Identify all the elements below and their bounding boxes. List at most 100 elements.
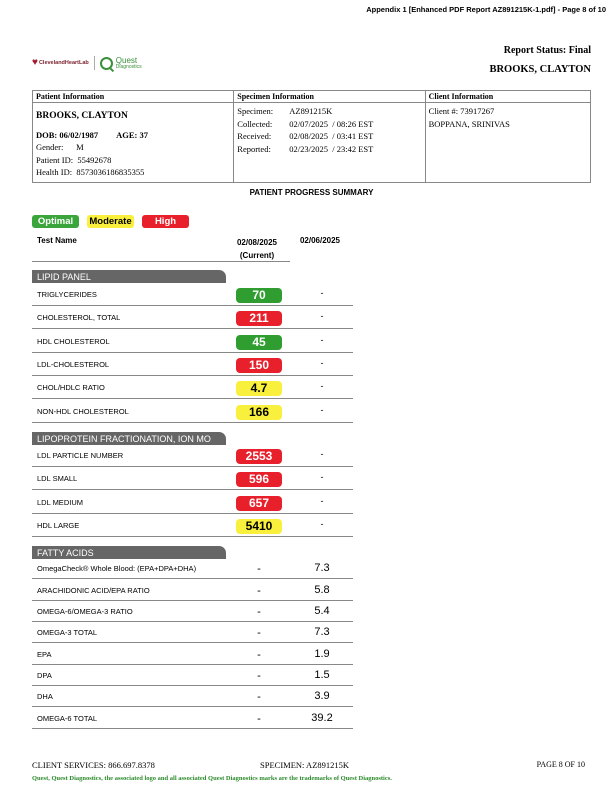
document-title: Appendix 1 [Enhanced PDF Report AZ891215… xyxy=(366,5,606,14)
specimen-row-value: AZ891215K xyxy=(289,106,333,116)
legend-high: High xyxy=(142,215,189,228)
current-value: - xyxy=(257,669,261,682)
previous-value: - xyxy=(320,287,324,298)
result-row: CHOL/HDLC RATIO 4.7 - xyxy=(32,376,353,400)
previous-value: - xyxy=(320,310,324,321)
section-header: LIPID PANEL xyxy=(32,270,226,283)
previous-value: - xyxy=(320,448,324,459)
quest-logo: Quest Diagnostics xyxy=(115,55,142,70)
test-name: DHA xyxy=(37,691,53,701)
result-row: CHOLESTEROL, TOTAL 211 - xyxy=(32,306,353,330)
test-name: HDL CHOLESTEROL xyxy=(37,336,110,346)
test-name: ARACHIDONIC ACID/EPA RATIO xyxy=(37,585,150,595)
legend-moderate: Moderate xyxy=(87,215,134,228)
previous-value: - xyxy=(320,357,324,368)
specimen-row-value: 02/07/2025 / 08:26 EST xyxy=(289,118,374,129)
client-physician: BOPPANA, SRINIVAS xyxy=(428,118,510,129)
test-name: OMEGA-3 TOTAL xyxy=(37,627,98,637)
result-row: DPA - 1.5 xyxy=(32,665,353,687)
previous-value: - xyxy=(320,334,324,345)
previous-value: 3.9 xyxy=(314,689,330,702)
test-name: DPA xyxy=(37,670,52,680)
footer-client-services: CLIENT SERVICES: 866.697.8378 xyxy=(32,760,155,770)
quest-logo-icon xyxy=(99,56,113,70)
test-name: TRIGLYCERIDES xyxy=(37,289,97,299)
current-value: - xyxy=(257,562,261,575)
previous-value: 5.4 xyxy=(314,604,330,617)
patient-age: AGE: 37 xyxy=(116,130,148,140)
previous-value: 7.3 xyxy=(314,561,330,574)
previous-value: 5.8 xyxy=(314,583,330,596)
previous-value: - xyxy=(320,518,324,529)
client-number: Client #: 73917267 xyxy=(428,106,495,116)
dob-age-row: DOB: 06/02/1987 AGE: 37 xyxy=(33,121,233,140)
column-current-date: 02/08/2025 xyxy=(236,238,278,247)
test-name: OmegaCheck® Whole Blood: (EPA+DPA+DHA) xyxy=(37,563,197,573)
info-table: Patient Information BROOKS, CLAYTON DOB:… xyxy=(32,90,591,183)
current-value: - xyxy=(257,584,261,597)
client-info: Client Information Client #: 73917267 BO… xyxy=(425,91,590,182)
result-badge-moderate: 5410 xyxy=(236,519,282,535)
result-row: HDL LARGE 5410 - xyxy=(32,514,353,538)
column-current: 02/08/2025 (Current) xyxy=(233,236,281,262)
test-name: OMEGA-6/OMEGA-3 RATIO xyxy=(37,606,133,616)
lab-logos: ♥ ClevelandHeartLab Quest Diagnostics xyxy=(32,55,142,71)
cleveland-logo: ClevelandHeartLab xyxy=(38,60,89,66)
specimen-row-value: 02/23/2025 / 23:42 EST xyxy=(289,143,374,154)
summary-title: PATIENT PROGRESS SUMMARY xyxy=(249,188,374,197)
current-value: 70 xyxy=(235,286,283,304)
column-test-name: Test Name xyxy=(37,236,77,245)
specimen-row-label: Specimen: xyxy=(237,106,274,116)
footer-page-number: PAGE 8 OF 10 xyxy=(536,760,585,769)
status-legend: Optimal Moderate High xyxy=(32,215,189,228)
previous-value: - xyxy=(320,404,324,415)
result-badge-high: 211 xyxy=(236,311,282,327)
footer-trademark: Quest, Quest Diagnostics, the associated… xyxy=(32,775,392,782)
current-value: 5410 xyxy=(235,517,283,535)
patient-dob: DOB: 06/02/1987 xyxy=(36,130,99,140)
result-row: OMEGA-6/OMEGA-3 RATIO - 5.4 xyxy=(32,601,353,623)
test-name: LDL-CHOLESTEROL xyxy=(37,359,110,369)
specimen-info: Specimen Information Specimen: AZ891215K C… xyxy=(234,91,426,182)
current-value: 211 xyxy=(235,309,283,327)
header-divider xyxy=(32,261,290,262)
result-row: HDL CHOLESTEROL 45 - xyxy=(32,330,353,354)
previous-value: - xyxy=(320,380,324,391)
test-name: CHOLESTEROL, TOTAL xyxy=(37,312,121,322)
result-badge-high: 150 xyxy=(236,358,282,374)
result-row: LDL MEDIUM 657 - xyxy=(32,491,353,515)
result-badge-optimal: 70 xyxy=(236,288,282,304)
current-value: - xyxy=(257,605,261,618)
specimen-row-label: Reported: xyxy=(237,143,271,154)
specimen-row-value: 02/08/2025 / 03:41 EST xyxy=(289,131,374,141)
test-name: LDL MEDIUM xyxy=(37,497,83,507)
test-name: HDL LARGE xyxy=(37,520,80,530)
test-name: LDL SMALL xyxy=(37,473,78,483)
current-value: 166 xyxy=(235,403,283,421)
previous-value: - xyxy=(320,471,324,482)
test-name: LDL PARTICLE NUMBER xyxy=(37,450,124,460)
result-row: OMEGA-6 TOTAL - 39.2 xyxy=(32,708,353,730)
column-previous-date: 02/06/2025 xyxy=(299,236,341,245)
current-value: 150 xyxy=(235,356,283,374)
current-value: 4.7 xyxy=(235,379,283,397)
result-row: NON-HDL CHOLESTEROL 166 - xyxy=(32,400,353,424)
result-row: ARACHIDONIC ACID/EPA RATIO - 5.8 xyxy=(32,580,353,602)
result-badge-moderate: 166 xyxy=(236,405,282,421)
previous-value: - xyxy=(320,495,324,506)
current-value: 45 xyxy=(235,333,283,351)
specimen-row: Received: 02/08/2025 / 03:41 EST xyxy=(237,130,424,143)
result-badge-high: 657 xyxy=(236,496,282,512)
result-badge-high: 596 xyxy=(236,472,282,488)
result-row: DHA - 3.9 xyxy=(32,686,353,708)
header-patient-name: BROOKS, CLAYTON xyxy=(489,64,591,75)
patient-gender: Gender: M xyxy=(36,142,84,152)
result-row: LDL PARTICLE NUMBER 2553 - xyxy=(32,444,353,468)
patient-id: Patient ID: 55492678 xyxy=(36,154,112,165)
test-name: OMEGA-6 TOTAL xyxy=(37,713,98,723)
current-value: - xyxy=(257,712,261,725)
logo-divider xyxy=(93,56,95,70)
test-name: EPA xyxy=(37,649,52,659)
previous-value: 39.2 xyxy=(311,711,333,724)
specimen-row-label: Collected: xyxy=(237,118,273,129)
